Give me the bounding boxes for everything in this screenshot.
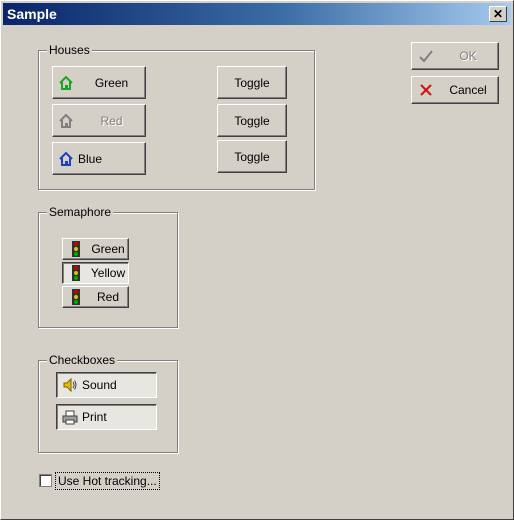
cancel-button[interactable]: Cancel <box>411 76 499 104</box>
speaker-icon <box>63 377 77 393</box>
cancel-label: Cancel <box>449 83 487 97</box>
hot-tracking-checkbox[interactable] <box>39 474 52 487</box>
close-button[interactable]: ✕ <box>489 6 507 22</box>
house-green-button[interactable]: Green <box>52 66 146 99</box>
traffic-light-icon <box>72 289 80 305</box>
sound-toggle-button[interactable]: Sound <box>56 372 157 398</box>
semaphore-green-button[interactable]: Green <box>62 238 129 260</box>
toggle-button-2[interactable]: Toggle <box>217 104 287 137</box>
hot-tracking-label[interactable]: Use Hot tracking... <box>55 472 160 490</box>
traffic-light-icon <box>72 265 80 281</box>
semaphore-legend: Semaphore <box>47 205 114 219</box>
house-red-button[interactable]: Red <box>52 104 146 137</box>
checkboxes-legend: Checkboxes <box>47 353 118 367</box>
house-green-icon <box>59 75 73 90</box>
house-blue-label: Blue <box>78 151 103 166</box>
semaphore-yellow-button[interactable]: Yellow <box>62 262 129 284</box>
house-red-label: Red <box>100 113 123 128</box>
house-green-label: Green <box>94 75 129 90</box>
house-gray-icon <box>59 113 73 128</box>
house-blue-button[interactable]: Blue <box>52 142 146 175</box>
traffic-light-icon <box>72 241 80 257</box>
cross-icon <box>420 84 432 96</box>
ok-label: OK <box>459 49 477 63</box>
printer-icon <box>62 410 78 425</box>
window-title: Sample <box>7 6 57 22</box>
toggle-button-3[interactable]: Toggle <box>217 140 287 173</box>
house-blue-icon <box>59 151 73 166</box>
houses-legend: Houses <box>47 43 92 57</box>
checkmark-icon <box>419 50 433 63</box>
toggle-button-1[interactable]: Toggle <box>217 66 287 99</box>
ok-button[interactable]: OK <box>411 42 499 70</box>
title-bar: Sample ✕ <box>3 3 511 25</box>
semaphore-red-button[interactable]: Red <box>62 286 129 308</box>
dialog-window: Sample ✕ Houses Green Red Blue Toggle To… <box>0 0 514 520</box>
print-toggle-button[interactable]: Print <box>56 404 157 430</box>
